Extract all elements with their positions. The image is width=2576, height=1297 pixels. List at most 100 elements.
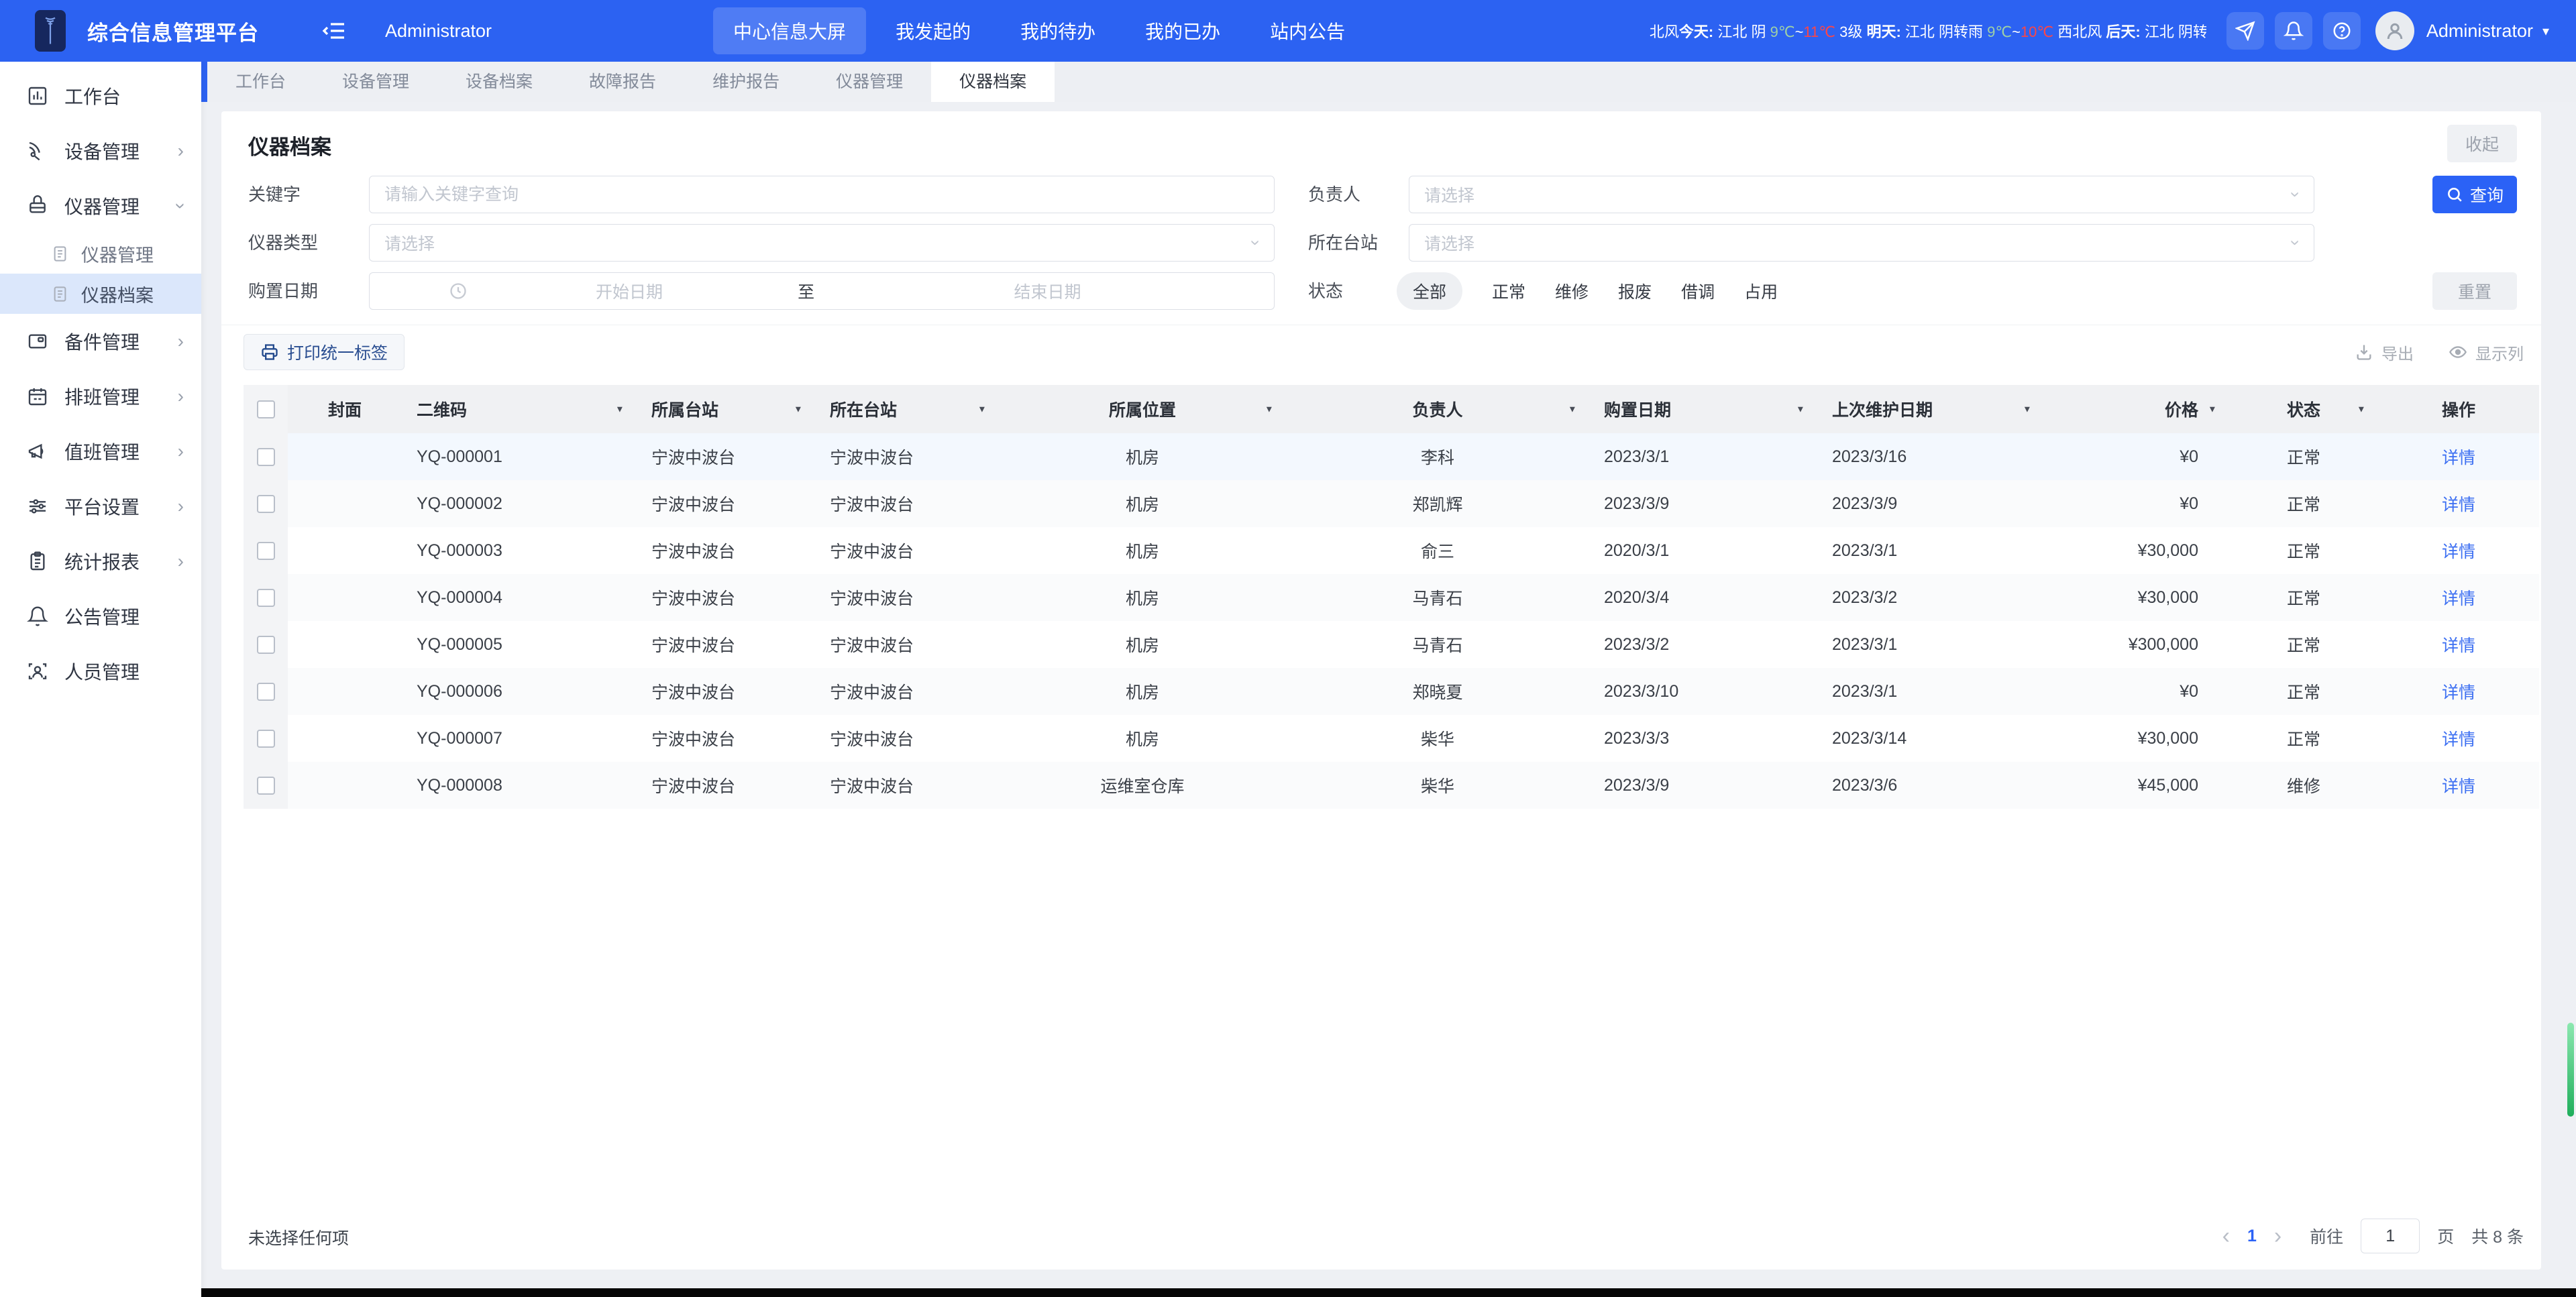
cell-station: 宁波中波台 (637, 480, 815, 527)
tab-维护报告[interactable]: 维护报告 (684, 62, 808, 102)
owner-select[interactable]: 请选择 › (1409, 176, 2314, 213)
user-menu[interactable]: Administrator (2426, 21, 2533, 42)
column-header-substation[interactable]: 所在台站▼ (815, 385, 999, 433)
row-checkbox[interactable] (257, 777, 275, 795)
filter-caret-icon[interactable]: ▼ (1265, 404, 1274, 414)
row-checkbox[interactable] (257, 730, 275, 748)
row-checkbox[interactable] (257, 589, 275, 607)
sidebar-subitem-instrument-archive[interactable]: 仪器档案 (0, 274, 201, 314)
filter-caret-icon[interactable]: ▼ (2023, 404, 2032, 414)
column-header-purchaseDate[interactable]: 购置日期▼ (1589, 385, 1817, 433)
scrollbar-thumb[interactable] (2567, 1023, 2574, 1117)
topnav-item-site-announcement[interactable]: 站内公告 (1250, 7, 1365, 54)
detail-link[interactable]: 详情 (2442, 726, 2475, 750)
status-option-报废[interactable]: 报废 (1618, 279, 1652, 303)
weather-segment: 今天: (1679, 23, 1717, 40)
tab-仪器管理[interactable]: 仪器管理 (808, 62, 931, 102)
status-option-维修[interactable]: 维修 (1555, 279, 1589, 303)
column-header-price[interactable]: 价格▼ (2044, 385, 2229, 433)
detail-link[interactable]: 详情 (2442, 585, 2475, 610)
filter-caret-icon[interactable]: ▼ (1568, 404, 1577, 414)
filter-caret-icon[interactable]: ▼ (2357, 404, 2366, 414)
column-header-location[interactable]: 所属位置▼ (999, 385, 1286, 433)
keyword-input[interactable] (370, 176, 1274, 213)
sidebar-subitem-instrument-mgmt-sub[interactable]: 仪器管理 (0, 233, 201, 274)
row-checkbox[interactable] (257, 542, 275, 560)
show-columns-label: 显示列 (2475, 341, 2524, 364)
help-button[interactable] (2323, 12, 2361, 50)
sidebar-item-platform-settings[interactable]: 平台设置› (0, 479, 201, 534)
chevron-down-icon[interactable]: ▾ (2542, 23, 2549, 40)
row-checkbox[interactable] (257, 495, 275, 513)
sidebar-item-announcement-mgmt[interactable]: 公告管理 (0, 589, 201, 644)
send-button[interactable] (2226, 12, 2264, 50)
filter-caret-icon[interactable]: ▼ (794, 404, 803, 414)
row-checkbox[interactable] (257, 683, 275, 701)
chevron-down-icon: › (2288, 240, 2305, 246)
sidebar-item-schedule-mgmt[interactable]: 排班管理› (0, 369, 201, 424)
collapse-filter-button[interactable]: 收起 (2447, 125, 2517, 162)
station-select[interactable]: 请选择 › (1409, 224, 2314, 262)
print-labels-button[interactable]: 打印统一标签 (244, 334, 405, 370)
weather-segment: 西北风 (2053, 23, 2106, 40)
column-header-owner[interactable]: 负责人▼ (1286, 385, 1589, 433)
detail-link[interactable]: 详情 (2442, 679, 2475, 703)
status-option-借调[interactable]: 借调 (1681, 279, 1715, 303)
sidebar-item-workbench[interactable]: 工作台 (0, 68, 201, 123)
column-header-status[interactable]: 状态▼ (2229, 385, 2378, 433)
sidebar-item-device-mgmt[interactable]: 设备管理› (0, 123, 201, 178)
topnav-item-center-screen[interactable]: 中心信息大屏 (713, 7, 866, 54)
menu-fold-icon[interactable] (321, 17, 347, 44)
topnav-item-my-done[interactable]: 我的已办 (1125, 7, 1240, 54)
row-checkbox[interactable] (257, 636, 275, 654)
reset-button[interactable]: 重置 (2432, 272, 2517, 310)
tab-设备管理[interactable]: 设备管理 (314, 62, 437, 102)
goto-page-input[interactable] (2361, 1219, 2420, 1253)
column-header-station[interactable]: 所属台站▼ (637, 385, 815, 433)
topnav-item-my-todo[interactable]: 我的待办 (1000, 7, 1116, 54)
detail-link[interactable]: 详情 (2442, 539, 2475, 563)
avatar[interactable] (2375, 11, 2414, 50)
detail-link[interactable]: 详情 (2442, 773, 2475, 797)
tab-仪器档案[interactable]: 仪器档案 (931, 62, 1055, 102)
sidebar-item-spare-mgmt[interactable]: 备件管理› (0, 314, 201, 369)
page-number[interactable]: 1 (2247, 1227, 2257, 1246)
tab-工作台[interactable]: 工作台 (207, 62, 314, 102)
status-option-占用[interactable]: 占用 (1744, 279, 1778, 303)
column-header-maintDate[interactable]: 上次维护日期▼ (1817, 385, 2044, 433)
filter-caret-icon[interactable]: ▼ (615, 404, 625, 414)
show-columns-button[interactable]: 显示列 (2449, 334, 2524, 370)
detail-link[interactable]: 详情 (2442, 445, 2475, 469)
next-page-button[interactable]: › (2274, 1225, 2282, 1247)
tab-故障报告[interactable]: 故障报告 (561, 62, 684, 102)
notifications-button[interactable] (2275, 12, 2312, 50)
export-button[interactable]: 导出 (2355, 334, 2414, 370)
status-option-正常[interactable]: 正常 (1492, 279, 1525, 303)
date-start-placeholder: 开始日期 (468, 279, 791, 303)
sidebar-item-stats-report[interactable]: 统计报表› (0, 534, 201, 589)
detail-link[interactable]: 详情 (2442, 632, 2475, 657)
purchase-date-range[interactable]: 开始日期 至 结束日期 (369, 272, 1275, 310)
cell-select (244, 715, 288, 762)
sidebar-item-instrument-mgmt[interactable]: 仪器管理› (0, 178, 201, 233)
status-option-全部[interactable]: 全部 (1397, 272, 1462, 310)
search-button[interactable]: 查询 (2432, 176, 2517, 213)
column-header-qr[interactable]: 二维码▼ (402, 385, 637, 433)
filter-caret-icon[interactable]: ▼ (977, 404, 987, 414)
instrument-type-select[interactable]: 请选择 › (369, 224, 1275, 262)
select-all-checkbox[interactable] (257, 400, 275, 418)
detail-link[interactable]: 详情 (2442, 492, 2475, 516)
topnav-item-my-initiated[interactable]: 我发起的 (875, 7, 991, 54)
sidebar-subitem-label: 仪器管理 (81, 241, 154, 267)
sidebar-item-label: 设备管理 (64, 137, 178, 164)
settings-icon (27, 496, 48, 517)
row-checkbox[interactable] (257, 448, 275, 466)
sidebar-item-duty-mgmt[interactable]: 值班管理› (0, 424, 201, 479)
filter-caret-icon[interactable]: ▼ (1796, 404, 1805, 414)
filter-caret-icon[interactable]: ▼ (2208, 404, 2217, 414)
prev-page-button[interactable]: ‹ (2222, 1225, 2230, 1247)
sidebar-item-personnel-mgmt[interactable]: 人员管理 (0, 644, 201, 699)
cell-substation: 宁波中波台 (815, 527, 999, 574)
tab-设备档案[interactable]: 设备档案 (437, 62, 561, 102)
cell-qr: YQ-000003 (402, 527, 637, 574)
